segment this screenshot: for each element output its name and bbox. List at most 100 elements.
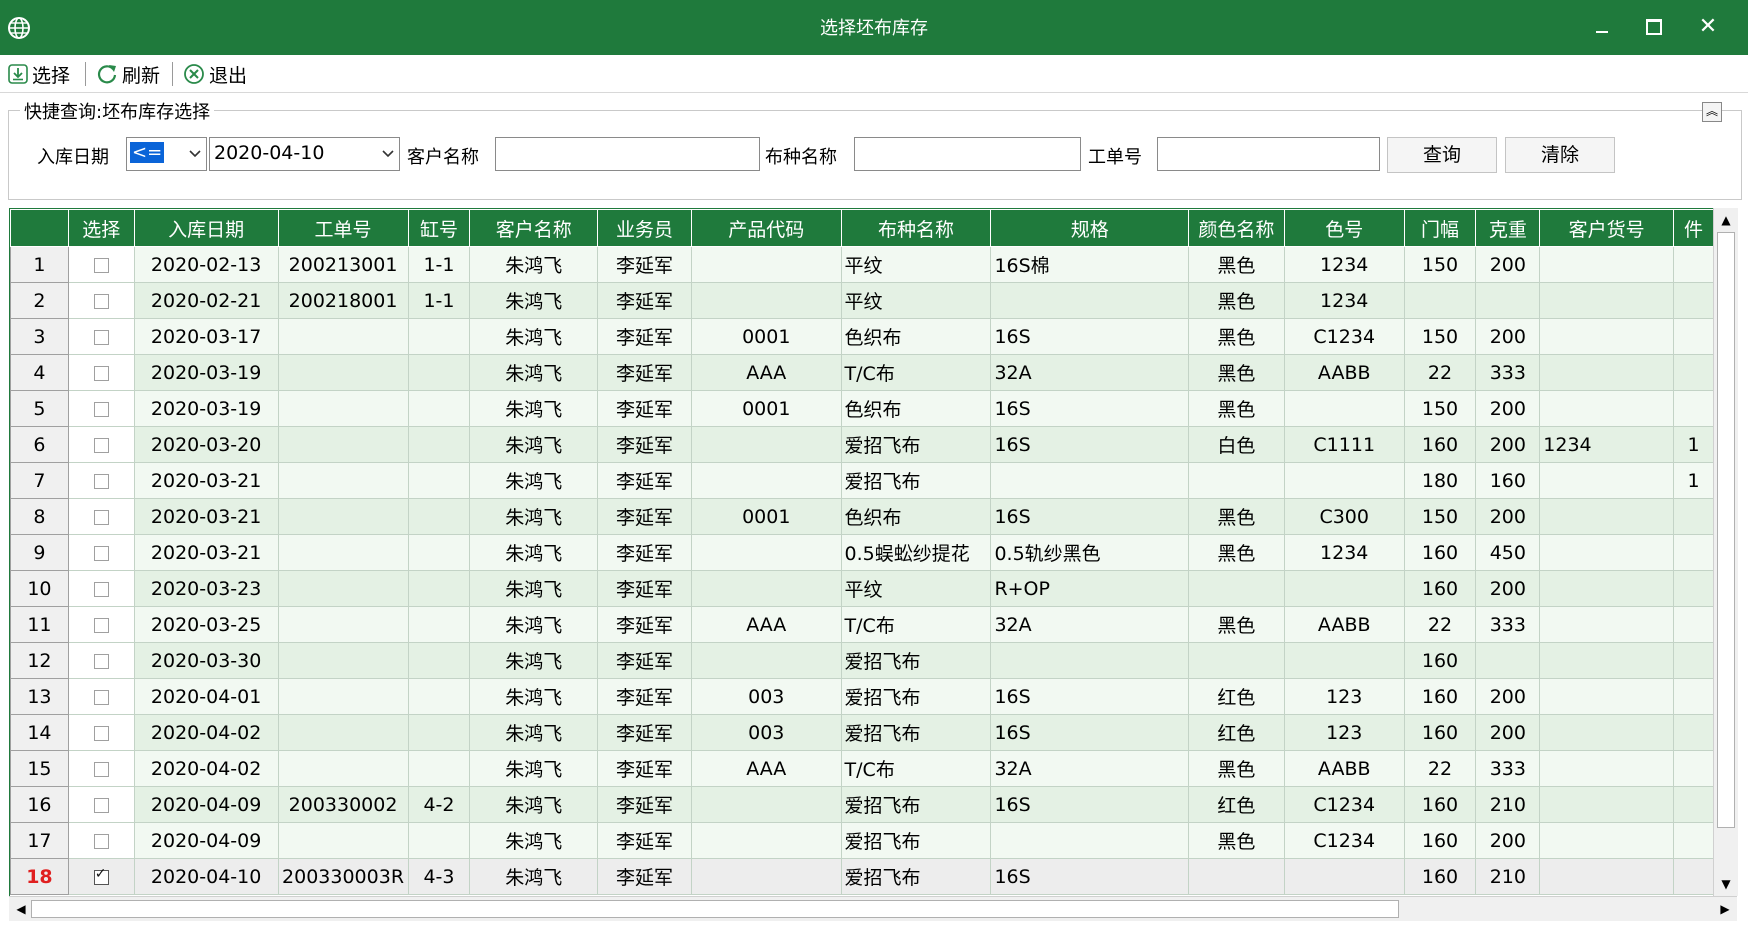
table-row[interactable]: 7 2020-03-21 朱鸿飞 李延军 爱招飞布 180 160 1 [10, 462, 1714, 499]
table-row[interactable]: 6 2020-03-20 朱鸿飞 李延军 爱招飞布 16S 白色 C1111 160 200 123… [10, 426, 1714, 463]
scroll-up-button[interactable]: ▲ [1714, 208, 1738, 232]
table-row[interactable]: 10 2020-03-23 朱鸿飞 李延军 平纹 R+OP 160 200 [10, 570, 1714, 607]
column-header[interactable]: 选择 [67, 209, 135, 247]
cell-sales: 李延军 [597, 426, 692, 463]
row-select-checkbox[interactable] [93, 866, 109, 885]
search-button[interactable]: 查询 [1387, 137, 1497, 173]
cell-sales: 李延军 [597, 822, 692, 859]
table-row[interactable]: 11 2020-03-25 朱鸿飞 李延军 AAA T/C布 32A 黑色 AABB 22 333 [10, 606, 1714, 643]
cell-spec: 16S [990, 786, 1189, 823]
row-select-checkbox[interactable] [93, 761, 109, 777]
column-header[interactable]: 客户货号 [1539, 209, 1674, 247]
row-select-checkbox[interactable] [93, 437, 109, 453]
table-row[interactable]: 14 2020-04-02 朱鸿飞 李延军 003 爱招飞布 16S 红色 123 160 200 [10, 714, 1714, 751]
clear-button[interactable]: 清除 [1505, 137, 1615, 173]
row-select-checkbox[interactable] [93, 509, 109, 525]
table-row[interactable]: 15 2020-04-02 朱鸿飞 李延军 AAA T/C布 32A 黑色 AABB 22 333 [10, 750, 1714, 787]
customer-input[interactable] [495, 137, 760, 171]
column-header[interactable]: 产品代码 [690, 209, 842, 247]
refresh-button[interactable]: 刷新 [96, 60, 160, 88]
collapse-panel-button[interactable]: ︽ [1702, 102, 1722, 122]
minimize-button[interactable] [1582, 10, 1622, 44]
column-header[interactable]: 克重 [1475, 209, 1541, 247]
column-header[interactable]: 门幅 [1403, 209, 1477, 247]
cell-customer: 朱鸿飞 [469, 570, 599, 607]
column-header[interactable]: 规格 [990, 209, 1189, 247]
cell-weight: 200 [1475, 426, 1541, 463]
date-picker[interactable]: 2020-04-10 [209, 137, 400, 171]
table-row[interactable]: 4 2020-03-19 朱鸿飞 李延军 AAA T/C布 32A 黑色 AABB 22 333 [10, 354, 1714, 391]
column-header[interactable]: 缸号 [407, 209, 471, 247]
row-select-checkbox[interactable] [93, 725, 109, 741]
vertical-scrollbar[interactable]: ▲ ▼ [1713, 208, 1738, 896]
table-row[interactable]: 16 2020-04-09 200330002 4-2 朱鸿飞 李延军 爱招飞布 16S 红色 C… [10, 786, 1714, 823]
table-row[interactable]: 1 2020-02-13 200213001 1-1 朱鸿飞 李延军 平纹 16S棉 黑色 123… [10, 246, 1714, 283]
exit-button-label: 退出 [209, 64, 248, 87]
row-select-checkbox[interactable] [93, 689, 109, 705]
cell-order [277, 498, 409, 535]
column-header[interactable]: 色号 [1283, 209, 1405, 247]
table-row[interactable]: 17 2020-04-09 朱鸿飞 李延军 爱招飞布 黑色 C1234 160 200 [10, 822, 1714, 859]
cell-width: 160 [1403, 858, 1477, 895]
row-select-checkbox[interactable] [93, 545, 109, 561]
row-select-checkbox[interactable] [93, 329, 109, 345]
date-operator-select[interactable]: <= [126, 137, 207, 171]
table-row[interactable]: 13 2020-04-01 朱鸿飞 李延军 003 爱招飞布 16S 红色 123 160 200 [10, 678, 1714, 715]
cell-fabric: 色织布 [840, 498, 992, 535]
fabric-input[interactable] [854, 137, 1081, 171]
cell-date: 2020-04-10 [133, 858, 279, 895]
row-number: 10 [10, 570, 69, 607]
date-picker-value: 2020-04-10 [214, 142, 325, 164]
table-row[interactable]: 3 2020-03-17 朱鸿飞 李延军 0001 色织布 16S 黑色 C1234 150 200 [10, 318, 1714, 355]
order-input[interactable] [1157, 137, 1380, 171]
cancel-circle-icon [184, 64, 204, 84]
row-select-checkbox[interactable] [93, 797, 109, 813]
row-select-checkbox[interactable] [93, 257, 109, 273]
cell-width: 22 [1403, 606, 1477, 643]
vertical-scroll-thumb[interactable] [1717, 232, 1735, 828]
cell-width: 180 [1403, 462, 1477, 499]
row-select-checkbox[interactable] [93, 365, 109, 381]
scroll-down-button[interactable]: ▼ [1714, 872, 1738, 896]
scroll-right-button[interactable]: ▶ [1713, 897, 1737, 921]
cell-customer: 朱鸿飞 [469, 318, 599, 355]
row-select-checkbox[interactable] [93, 653, 109, 669]
column-header[interactable]: 件 [1672, 209, 1714, 247]
cell-pcs [1672, 822, 1714, 859]
row-select-checkbox[interactable] [93, 473, 109, 489]
cell-fabric: T/C布 [840, 354, 992, 391]
table-row[interactable]: 12 2020-03-30 朱鸿飞 李延军 爱招飞布 160 [10, 642, 1714, 679]
horizontal-scrollbar[interactable]: ◀ ▶ [9, 896, 1737, 921]
column-header[interactable]: 工单号 [277, 209, 409, 247]
column-header[interactable]: 入库日期 [133, 209, 279, 247]
cell-pcs [1672, 534, 1714, 571]
row-select-checkbox[interactable] [93, 293, 109, 309]
maximize-button[interactable] [1634, 10, 1674, 44]
exit-button[interactable]: 退出 [183, 60, 247, 88]
column-header[interactable] [10, 209, 69, 247]
cell-width: 160 [1403, 822, 1477, 859]
cell-date: 2020-03-21 [133, 462, 279, 499]
row-select-checkbox[interactable] [93, 833, 109, 849]
cell-pcs [1672, 678, 1714, 715]
cell-spec: 16S [990, 714, 1189, 751]
horizontal-scroll-thumb[interactable] [31, 900, 1399, 918]
column-header[interactable]: 业务员 [597, 209, 692, 247]
table-row[interactable]: 18 2020-04-10200330003R4-3朱鸿飞李延军 爱招飞布16S 16… [10, 858, 1714, 895]
table-row[interactable]: 9 2020-03-21 朱鸿飞 李延军 0.5蜈蚣纱提花 0.5轨纱黑色 黑色 1234 16… [10, 534, 1714, 571]
cell-spec: 0.5轨纱黑色 [990, 534, 1189, 571]
row-select-checkbox[interactable] [93, 617, 109, 633]
table-row[interactable]: 2 2020-02-21 200218001 1-1 朱鸿飞 李延军 平纹 黑色 1234 [10, 282, 1714, 319]
column-header[interactable]: 颜色名称 [1187, 209, 1285, 247]
column-header[interactable]: 客户名称 [469, 209, 599, 247]
select-button[interactable]: 选择 [8, 60, 70, 88]
scroll-left-button[interactable]: ◀ [9, 897, 33, 921]
cell-spec: 16S [990, 678, 1189, 715]
table-row[interactable]: 8 2020-03-21 朱鸿飞 李延军 0001 色织布 16S 黑色 C300 150 200 [10, 498, 1714, 535]
row-select-checkbox[interactable] [93, 401, 109, 417]
table-row[interactable]: 5 2020-03-19 朱鸿飞 李延军 0001 色织布 16S 黑色 150 200 [10, 390, 1714, 427]
cell-order [277, 750, 409, 787]
close-button[interactable]: ✕ [1688, 10, 1728, 44]
column-header[interactable]: 布种名称 [840, 209, 992, 247]
row-select-checkbox[interactable] [93, 581, 109, 597]
